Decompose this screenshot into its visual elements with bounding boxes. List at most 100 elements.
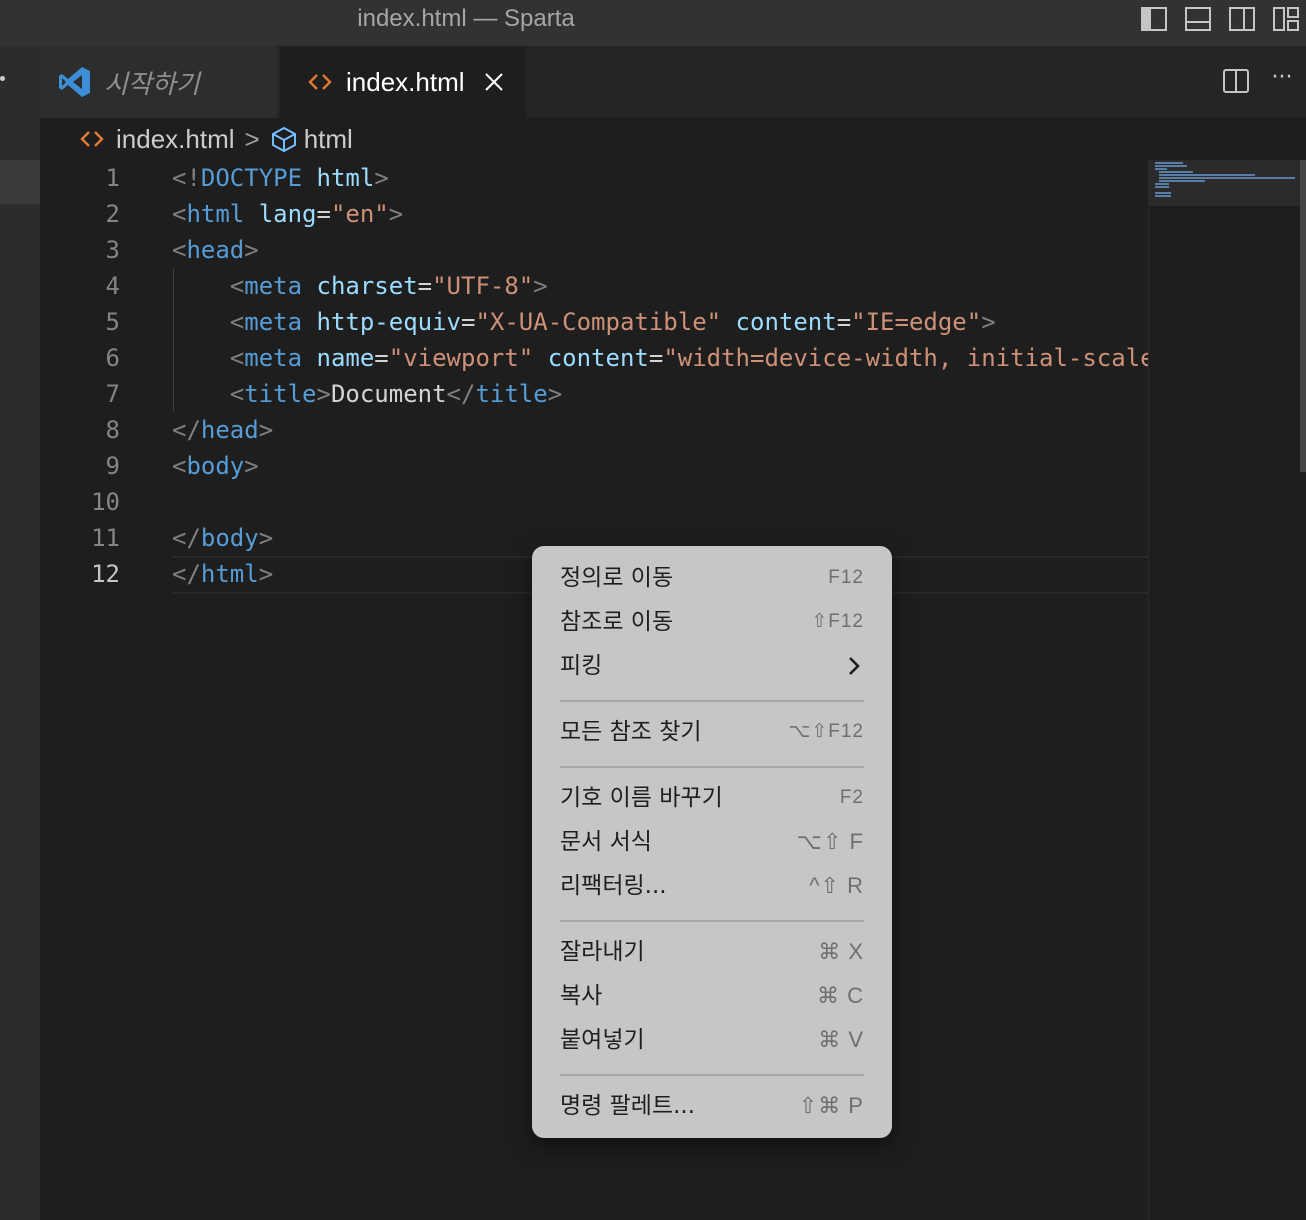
code-token: >	[258, 524, 274, 552]
code-token: =	[461, 308, 476, 336]
menu-separator	[560, 1074, 864, 1076]
code-line[interactable]: <html lang="en">	[172, 196, 1148, 232]
menu-item-shortcut: ⌘ V	[818, 1027, 864, 1052]
minimap[interactable]	[1148, 160, 1301, 1220]
split-editor-icon[interactable]	[1222, 68, 1250, 94]
minimap-line	[1155, 168, 1167, 170]
code-token: "X-UA-Compatible"	[475, 308, 722, 336]
menu-item[interactable]: 모든 참조 찾기 ⌥⇧F12	[532, 712, 892, 752]
code-token: =	[836, 308, 852, 336]
chevron-right-icon	[849, 657, 860, 675]
menu-item[interactable]: 문서 서식 ⌥⇧ F	[532, 822, 892, 862]
code-token: meta	[244, 344, 303, 372]
code-token: "en"	[330, 200, 389, 228]
code-token: =	[316, 200, 331, 228]
menu-item-label: 기호 이름 바꾸기	[560, 785, 723, 811]
menu-item-label: 리팩터링...	[560, 873, 667, 899]
minimap-line	[1155, 186, 1169, 188]
code-token: >	[533, 272, 548, 300]
tab-label: 시작하기	[104, 68, 200, 99]
menu-item-shortcut: F12	[828, 567, 864, 588]
line-number: 8	[105, 416, 120, 444]
code-token: =	[374, 344, 389, 372]
code-line[interactable]: <meta charset="UTF-8">	[172, 268, 1148, 304]
menu-item-label: 모든 참조 찾기	[560, 719, 702, 745]
menu-separator	[560, 700, 864, 702]
code-token: html	[316, 164, 375, 192]
code-token: </	[172, 524, 201, 552]
code-line[interactable]: <meta http-equiv="X-UA-Compatible" conte…	[172, 304, 1148, 340]
breadcrumb-file[interactable]: index.html	[116, 124, 235, 155]
menu-item[interactable]: 잘라내기 ⌘ X	[532, 932, 892, 972]
code-token: http-equiv	[316, 308, 462, 336]
line-number: 5	[105, 308, 120, 336]
activity-selected-item[interactable]	[0, 160, 40, 204]
menu-item[interactable]: 복사 ⌘ C	[532, 976, 892, 1016]
line-number-gutter: 1 2 3 4 5 6 7 8 9 10 11 12	[40, 160, 120, 592]
code-token: "UTF-8"	[432, 272, 534, 300]
breadcrumb: index.html > html	[40, 118, 1306, 160]
code-token: meta	[244, 272, 303, 300]
menu-item[interactable]: 리팩터링... ^⇧ R	[532, 866, 892, 906]
tab-label: index.html	[346, 66, 465, 97]
customize-layout-icon[interactable]	[1272, 6, 1300, 32]
menu-item-shortcut: ⇧F12	[811, 611, 864, 632]
minimap-line	[1159, 171, 1193, 173]
code-token: >	[244, 452, 259, 480]
activity-bar	[0, 46, 40, 1220]
code-line[interactable]: <head>	[172, 232, 1148, 268]
toggle-primary-sidebar-icon[interactable]	[1140, 6, 1168, 32]
line-number: 10	[91, 488, 120, 516]
code-token: content	[547, 344, 649, 372]
window-title: index.html — Sparta	[357, 5, 575, 32]
menu-item[interactable]: 붙여넣기 ⌘ V	[532, 1020, 892, 1060]
minimap-line	[1159, 174, 1255, 176]
code-token: <!	[172, 164, 201, 192]
line-number: 3	[105, 236, 120, 264]
toggle-panel-icon[interactable]	[1184, 6, 1212, 32]
tab-index-html[interactable]: index.html	[280, 46, 526, 118]
menu-item[interactable]: 참조로 이동 ⇧F12	[532, 602, 892, 642]
menu-item-label: 참조로 이동	[560, 609, 674, 635]
menu-item[interactable]: 명령 팔레트... ⇧⌘ P	[532, 1086, 892, 1126]
line-number: 9	[105, 452, 120, 480]
symbol-cube-icon	[271, 126, 296, 152]
code-token: lang	[258, 200, 317, 228]
code-token: </	[172, 416, 201, 444]
code-token: name	[316, 344, 375, 372]
menu-item-shortcut: ⌘ X	[818, 939, 864, 964]
code-token: body	[200, 524, 259, 552]
code-line[interactable]: <!DOCTYPE html>	[172, 160, 1148, 196]
breadcrumb-symbol[interactable]: html	[304, 124, 353, 155]
code-line[interactable]: <meta name="viewport" content="width=dev…	[172, 340, 1148, 376]
close-icon[interactable]	[483, 71, 505, 93]
minimap-line	[1155, 195, 1171, 197]
code-line[interactable]: <title>Document</title>	[172, 376, 1148, 412]
activity-indicator	[0, 76, 5, 81]
line-number: 4	[105, 272, 120, 300]
tab-getting-started[interactable]: 시작하기	[40, 46, 278, 118]
menu-item-shortcut: ⇧⌘ P	[798, 1093, 864, 1118]
line-number: 7	[105, 380, 120, 408]
code-line[interactable]: </head>	[172, 412, 1148, 448]
code-line[interactable]	[172, 484, 1148, 520]
vertical-scrollbar[interactable]	[1300, 160, 1306, 472]
code-token: <	[229, 344, 245, 372]
code-token: meta	[244, 308, 303, 336]
code-line[interactable]: <body>	[172, 448, 1148, 484]
code-token: <	[172, 236, 187, 264]
minimap-line	[1159, 177, 1295, 179]
menu-item[interactable]: 기호 이름 바꾸기 F2	[532, 778, 892, 818]
editor-tab-bar: 시작하기 index.html ···	[40, 46, 1306, 118]
menu-item[interactable]: 피킹	[532, 646, 892, 686]
code-token: body	[186, 452, 245, 480]
menu-item[interactable]: 정의로 이동 F12	[532, 558, 892, 598]
code-content[interactable]: <!DOCTYPE html> <html lang="en"> <head> <m…	[172, 160, 1148, 592]
more-actions-icon[interactable]: ···	[1268, 67, 1296, 94]
code-token: head	[186, 236, 245, 264]
toggle-secondary-sidebar-icon[interactable]	[1228, 6, 1256, 32]
